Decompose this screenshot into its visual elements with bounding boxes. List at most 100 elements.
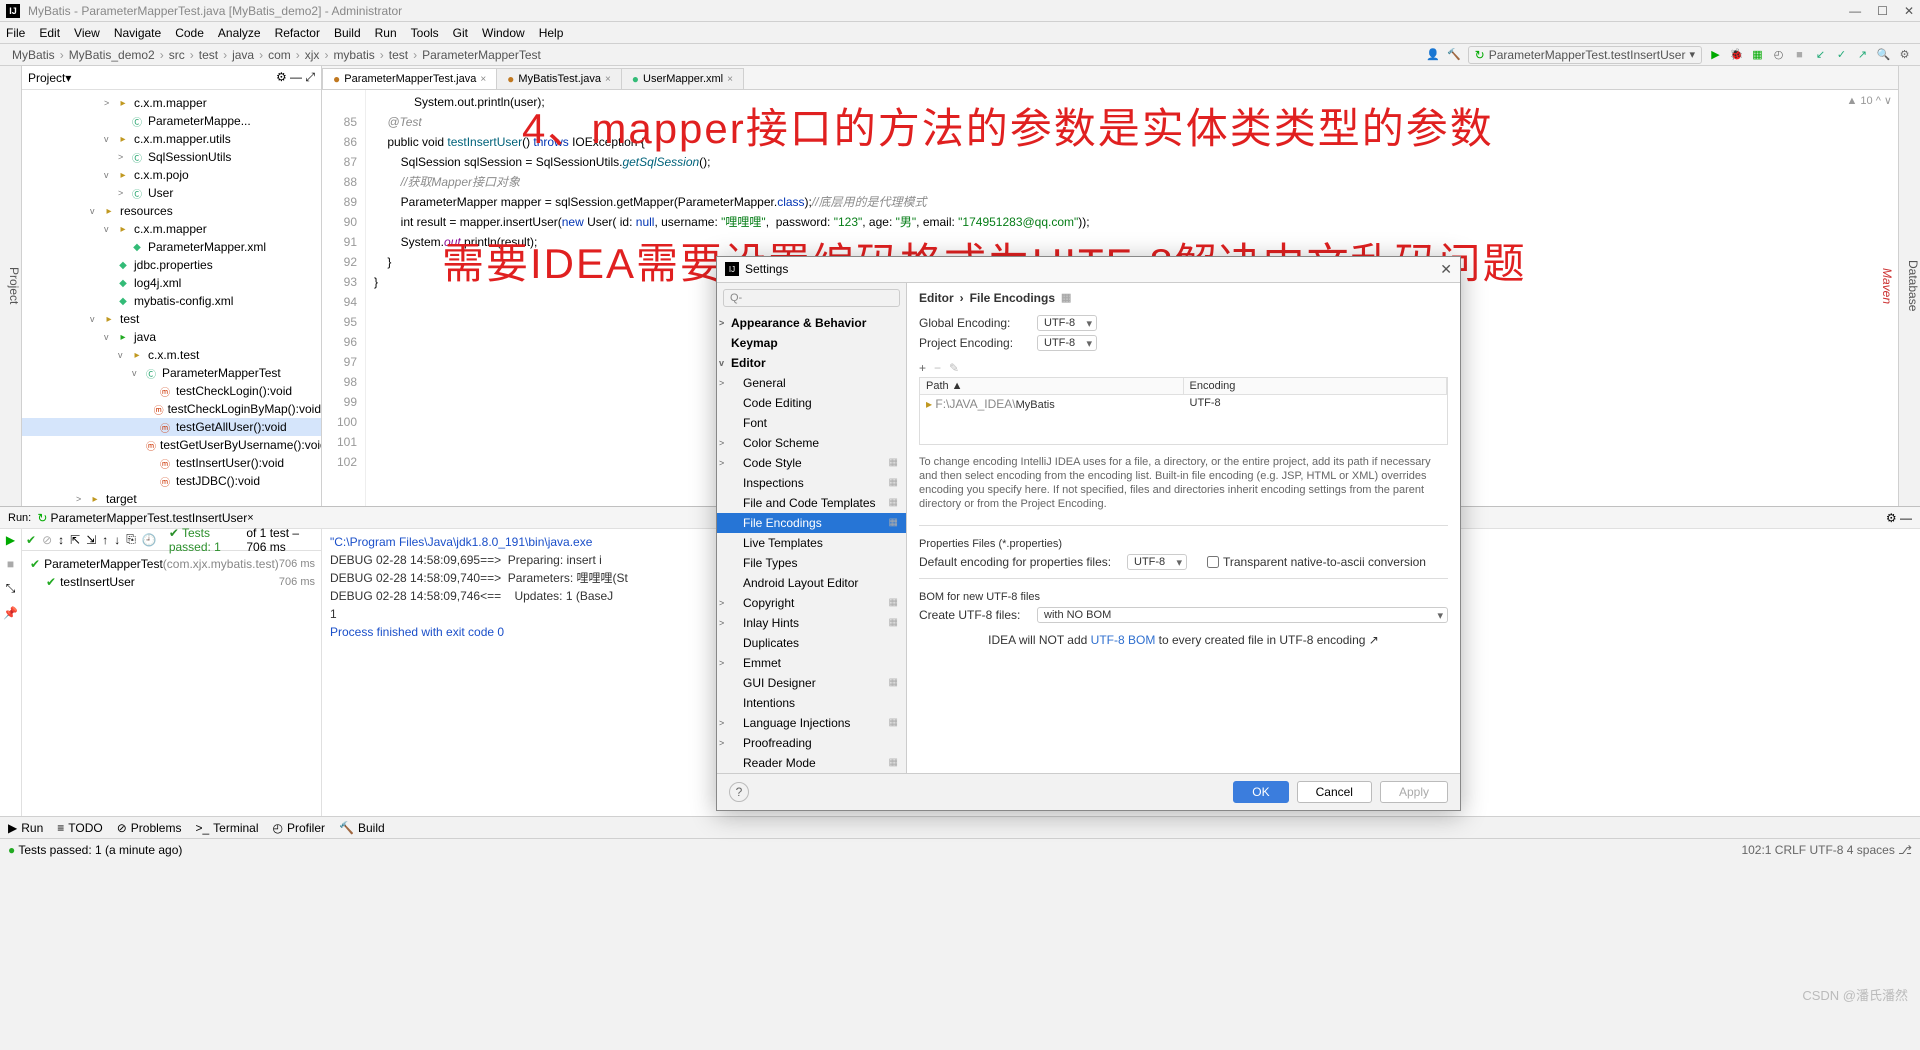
- history-icon[interactable]: 🕘: [142, 533, 157, 547]
- tree-node[interactable]: ◆jdbc.properties: [22, 256, 321, 274]
- run-gear-icon[interactable]: ⚙ —: [1886, 511, 1912, 525]
- settings-nav-item[interactable]: Live Templates: [717, 533, 906, 553]
- settings-nav-item[interactable]: Duplicates: [717, 633, 906, 653]
- bottom-tab[interactable]: ▶Run: [8, 821, 43, 835]
- bottom-tab[interactable]: ≡TODO: [57, 821, 102, 835]
- settings-nav-item[interactable]: Inspections▦: [717, 473, 906, 493]
- prev-icon[interactable]: ↑: [102, 533, 108, 547]
- breadcrumb[interactable]: test: [195, 48, 222, 62]
- breadcrumb[interactable]: test: [385, 48, 412, 62]
- bottom-tab[interactable]: ◴Profiler: [273, 821, 326, 835]
- menu-window[interactable]: Window: [482, 26, 525, 40]
- test-node[interactable]: ✔ParameterMapperTest (com.xjx.mybatis.te…: [22, 555, 321, 573]
- menu-build[interactable]: Build: [334, 26, 361, 40]
- settings-nav-item[interactable]: vEditor: [717, 353, 906, 373]
- menu-edit[interactable]: Edit: [39, 26, 60, 40]
- editor-tab[interactable]: ●MyBatisTest.java×: [496, 68, 622, 89]
- settings-nav-item[interactable]: >Inlay Hints▦: [717, 613, 906, 633]
- breadcrumb[interactable]: src: [165, 48, 189, 62]
- tree-node[interactable]: ⒸParameterMappe...: [22, 112, 321, 130]
- settings-nav-item[interactable]: >Color Scheme: [717, 433, 906, 453]
- settings-nav-item[interactable]: >Proofreading: [717, 733, 906, 753]
- settings-nav-item[interactable]: >Appearance & Behavior: [717, 313, 906, 333]
- settings-nav-item[interactable]: Reader Mode▦: [717, 753, 906, 773]
- tree-node[interactable]: v▸c.x.m.mapper.utils: [22, 130, 321, 148]
- tree-node[interactable]: ◆log4j.xml: [22, 274, 321, 292]
- editor-tab[interactable]: ●UserMapper.xml×: [621, 68, 744, 89]
- settings-nav-item[interactable]: Android Layout Editor: [717, 573, 906, 593]
- menu-tools[interactable]: Tools: [411, 26, 439, 40]
- editor-tab[interactable]: ●ParameterMapperTest.java×: [322, 68, 497, 89]
- gear-icon[interactable]: ⚙: [1897, 47, 1912, 62]
- check-icon[interactable]: ✔: [26, 533, 36, 547]
- settings-nav-item[interactable]: Keymap: [717, 333, 906, 353]
- settings-nav-item[interactable]: >Emmet: [717, 653, 906, 673]
- tree-node[interactable]: v▸c.x.m.pojo: [22, 166, 321, 184]
- project-tool-tab[interactable]: Project: [7, 267, 21, 304]
- global-encoding-select[interactable]: UTF-8: [1037, 315, 1097, 331]
- tree-node[interactable]: ⓜtestInsertUser():void: [22, 454, 321, 472]
- settings-nav-item[interactable]: GUI Designer▦: [717, 673, 906, 693]
- breadcrumb[interactable]: mybatis: [329, 48, 378, 62]
- git-commit-icon[interactable]: ✓: [1834, 47, 1849, 62]
- tree-node[interactable]: v▸test: [22, 310, 321, 328]
- settings-nav-item[interactable]: Font: [717, 413, 906, 433]
- breadcrumb[interactable]: java: [228, 48, 258, 62]
- profile-icon[interactable]: ◴: [1771, 47, 1786, 62]
- settings-nav-item[interactable]: >Language Injections▦: [717, 713, 906, 733]
- fail-icon[interactable]: ⊘: [42, 533, 52, 547]
- database-tool-tab[interactable]: Database: [1906, 260, 1920, 311]
- breadcrumb[interactable]: MyBatis: [8, 48, 59, 62]
- project-label[interactable]: Project: [28, 71, 65, 85]
- tree-node[interactable]: ⓜtestCheckLogin():void: [22, 382, 321, 400]
- pin-icon[interactable]: 📌: [3, 606, 18, 620]
- help-icon[interactable]: ?: [729, 782, 749, 802]
- settings-nav-item[interactable]: >Copyright▦: [717, 593, 906, 613]
- cancel-button[interactable]: Cancel: [1297, 781, 1372, 803]
- close-icon[interactable]: ✕: [1904, 4, 1914, 18]
- menu-navigate[interactable]: Navigate: [114, 26, 161, 40]
- project-tree[interactable]: >▸c.x.m.mapperⒸParameterMappe...v▸c.x.m.…: [22, 90, 321, 506]
- user-icon[interactable]: 👤: [1426, 47, 1441, 62]
- tree-node[interactable]: ◆ParameterMapper.xml: [22, 238, 321, 256]
- layout-icon[interactable]: ⤡: [6, 581, 16, 596]
- test-node[interactable]: ✔testInsertUser706 ms: [22, 573, 321, 591]
- export-icon[interactable]: ⎘: [126, 532, 136, 547]
- menu-code[interactable]: Code: [175, 26, 204, 40]
- menu-refactor[interactable]: Refactor: [275, 26, 320, 40]
- remove-icon[interactable]: −: [934, 361, 941, 375]
- breadcrumb[interactable]: com: [264, 48, 295, 62]
- hammer-icon[interactable]: 🔨: [1447, 47, 1462, 62]
- edit-icon[interactable]: ✎: [949, 361, 959, 375]
- git-update-icon[interactable]: ↙: [1813, 47, 1828, 62]
- git-push-icon[interactable]: ↗: [1855, 47, 1870, 62]
- tree-node[interactable]: v▸c.x.m.test: [22, 346, 321, 364]
- tree-node[interactable]: ⓜtestCheckLoginByMap():void: [22, 400, 321, 418]
- expand-icon[interactable]: ⇱: [70, 533, 80, 547]
- search-icon[interactable]: 🔍: [1876, 47, 1891, 62]
- rerun-icon[interactable]: ▶: [6, 533, 15, 547]
- bom-select[interactable]: with NO BOM: [1037, 607, 1448, 623]
- tree-node[interactable]: ⓜtestJDBC():void: [22, 472, 321, 490]
- settings-nav-item[interactable]: >Code Style▦: [717, 453, 906, 473]
- dialog-close-icon[interactable]: ✕: [1440, 261, 1452, 278]
- next-icon[interactable]: ↓: [114, 533, 120, 547]
- menu-help[interactable]: Help: [539, 26, 564, 40]
- menu-view[interactable]: View: [74, 26, 100, 40]
- sort-icon[interactable]: ↕: [58, 533, 64, 547]
- stop-icon[interactable]: ■: [1792, 47, 1807, 62]
- maximize-icon[interactable]: ☐: [1877, 4, 1888, 18]
- add-icon[interactable]: +: [919, 361, 926, 375]
- apply-button[interactable]: Apply: [1380, 781, 1448, 803]
- tree-node[interactable]: v▸c.x.m.mapper: [22, 220, 321, 238]
- tree-node[interactable]: >▸target: [22, 490, 321, 506]
- debug-icon[interactable]: 🐞: [1729, 47, 1744, 62]
- menu-run[interactable]: Run: [375, 26, 397, 40]
- bottom-tab[interactable]: ⊘Problems: [117, 821, 182, 835]
- encoding-table[interactable]: Path ▲Encoding ▸ F:\JAVA_IDEA\F:\JAVA_ID…: [919, 377, 1448, 445]
- breadcrumb[interactable]: xjx: [301, 48, 324, 62]
- menu-git[interactable]: Git: [453, 26, 468, 40]
- breadcrumb[interactable]: MyBatis_demo2: [65, 48, 159, 62]
- collapse-icon[interactable]: ⇲: [86, 533, 96, 547]
- settings-tree[interactable]: >Appearance & BehaviorKeymapvEditor>Gene…: [717, 313, 906, 773]
